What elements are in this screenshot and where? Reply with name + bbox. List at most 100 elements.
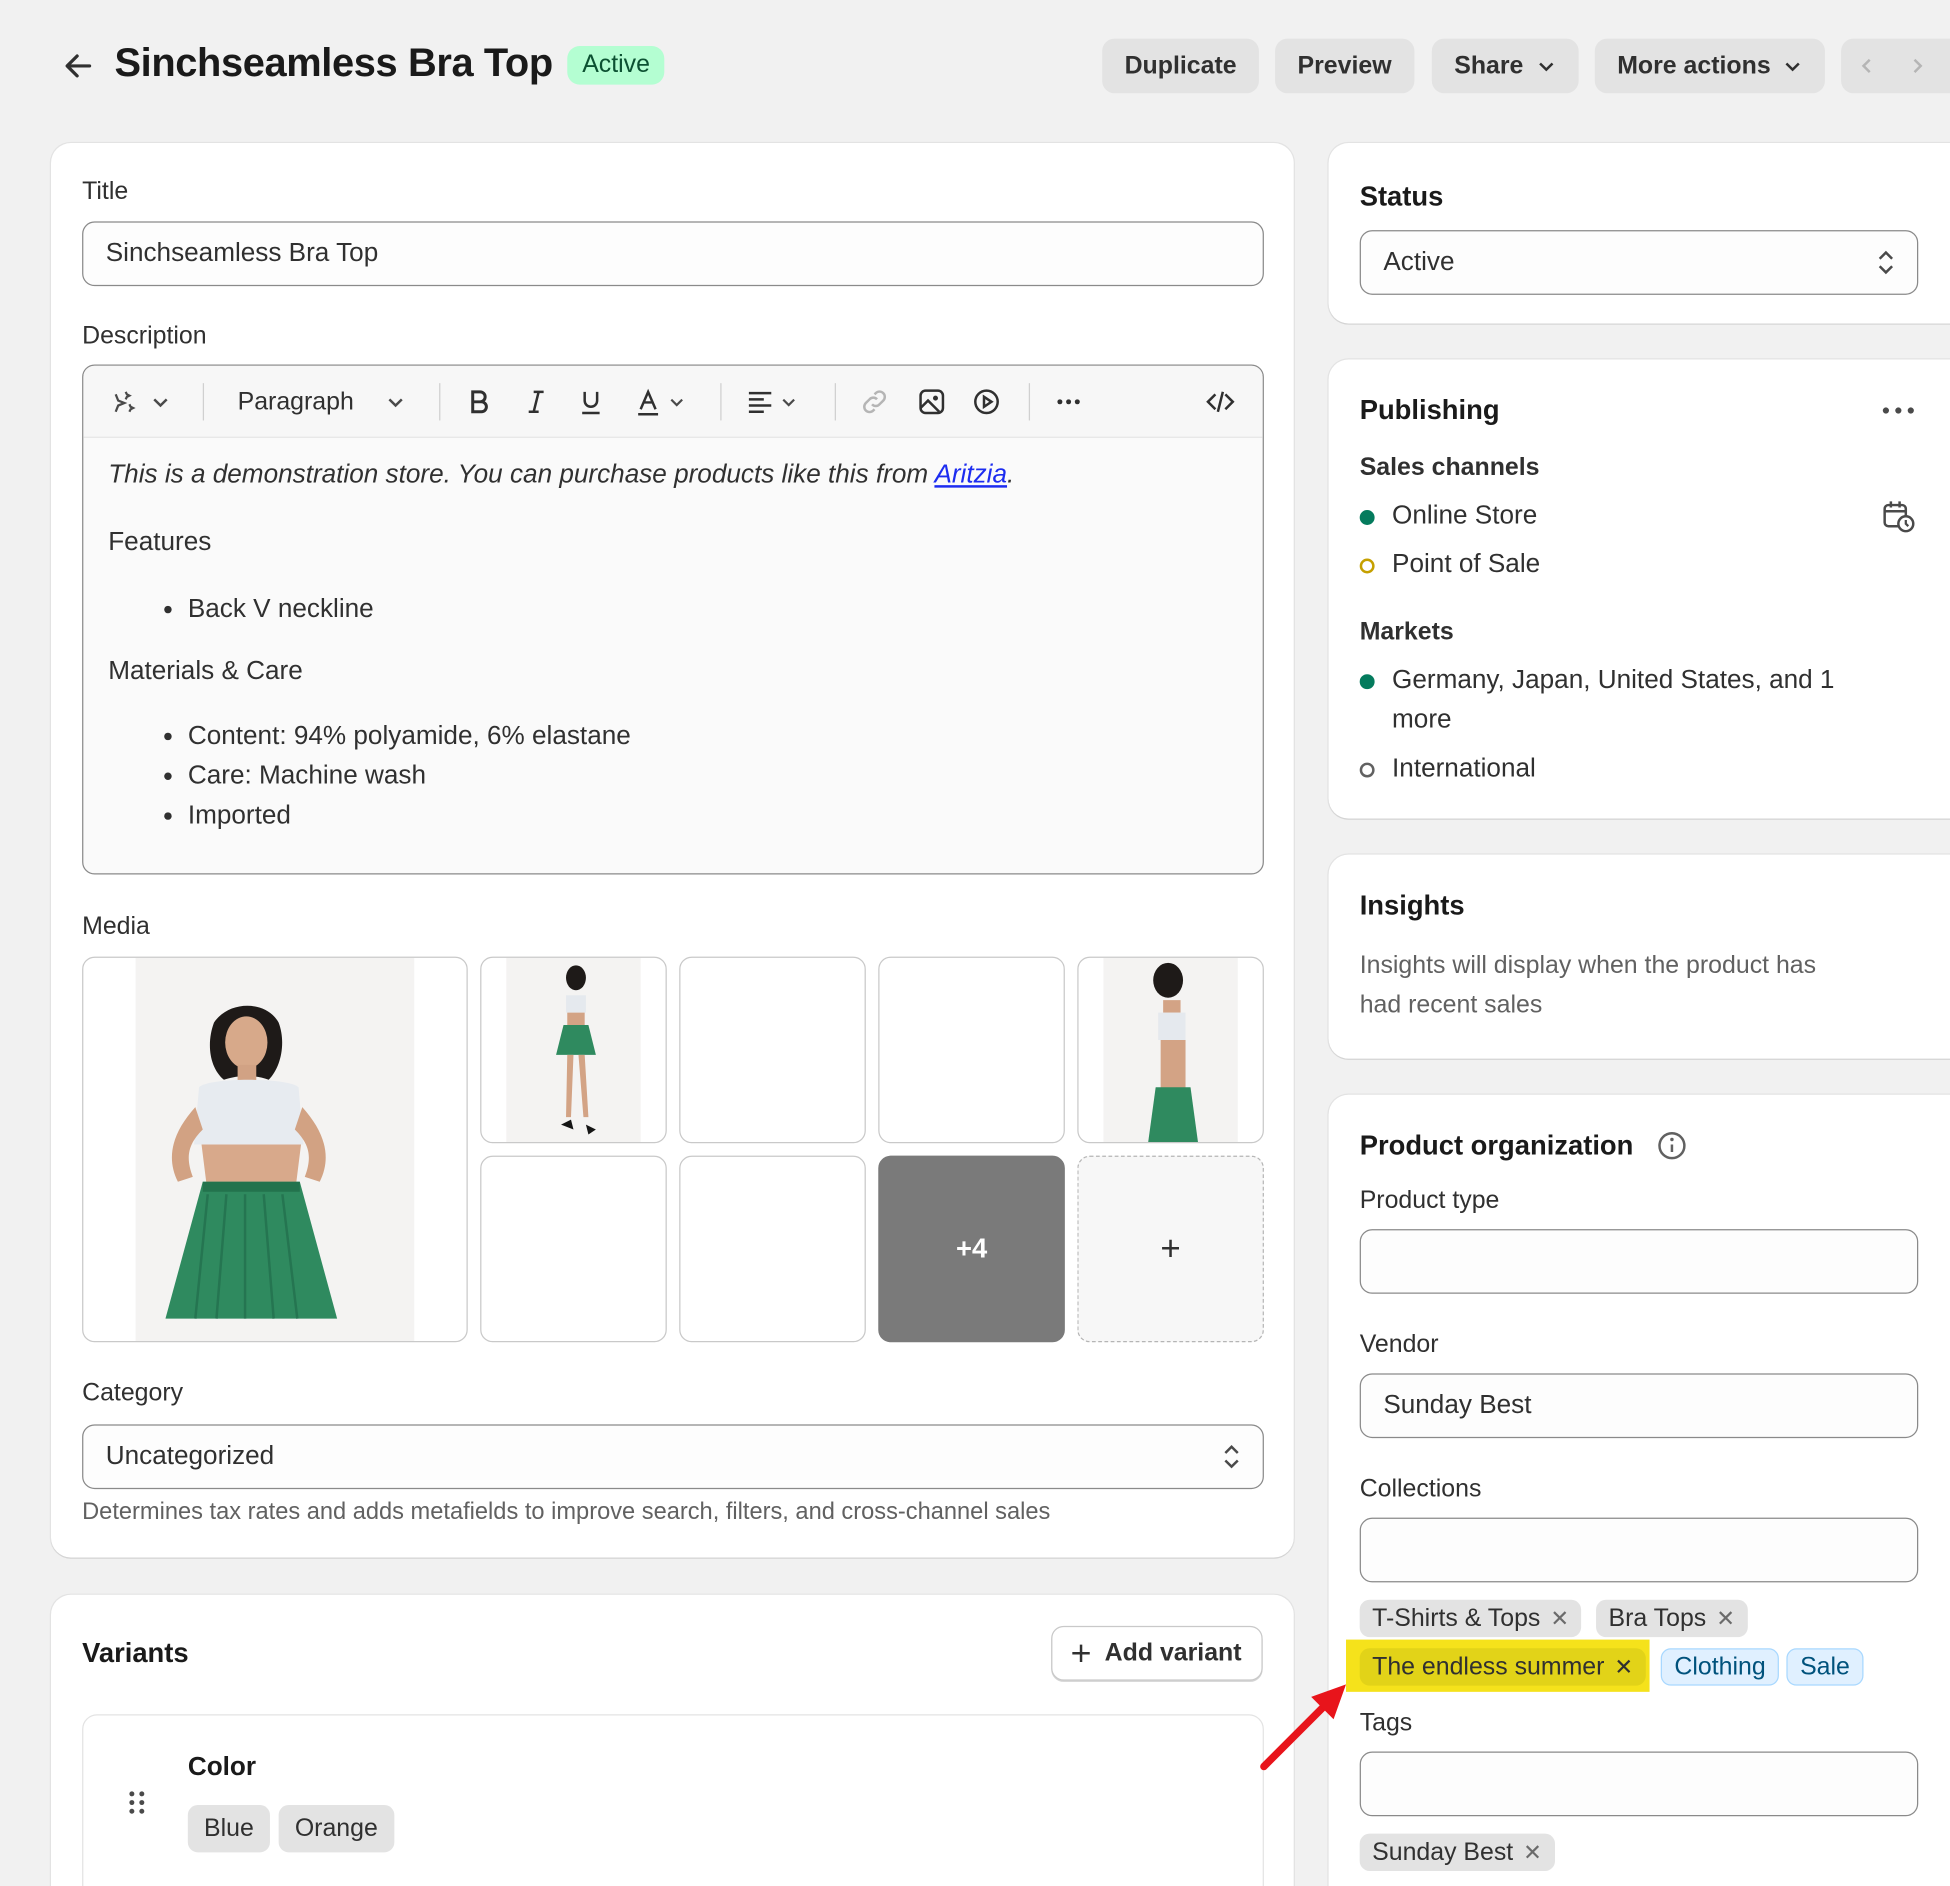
product-photo-full-body [506,957,641,1142]
more-horizontal-icon[interactable] [1881,404,1916,416]
sales-channels-label: Sales channels [1359,454,1540,482]
media-thumbnail[interactable] [878,956,1065,1144]
link-icon [863,390,887,414]
status-card: Status Active [1328,143,1950,324]
aritzia-link[interactable]: Aritzia [934,460,1007,489]
tags-input[interactable] [1359,1751,1919,1817]
insert-image-button[interactable] [917,366,947,438]
insights-text-1: Insights will display when the product h… [1359,951,1817,980]
collection-chip-label: Bra Tops [1608,1604,1707,1632]
link-button[interactable] [860,366,890,438]
description-editor[interactable]: Paragraph This is a demonstration store.… [82,364,1264,875]
media-label: Media [82,913,150,941]
publishing-card: Publishing Sales channels Online Store P… [1328,359,1950,819]
channel-online-store: Online Store [1392,501,1538,530]
calendar-clock-icon[interactable] [1881,499,1916,534]
product-organization-card: Product organization Product type Vendor… [1328,1094,1950,1886]
description-intro: This is a demonstration store. You can p… [108,460,1238,490]
text-color-button[interactable] [633,366,685,438]
italic-button[interactable] [521,366,551,438]
media-more-button[interactable]: +4 [878,1155,1065,1343]
option-name: Color [187,1752,257,1782]
product-type-input[interactable] [1359,1229,1919,1294]
intro-end: . [1007,460,1015,489]
preview-button[interactable]: Preview [1275,38,1414,94]
collection-chip: T-Shirts & Tops ✕ [1359,1599,1582,1638]
title-input[interactable]: Sinchseamless Bra Top [82,221,1264,287]
collection-chip: Bra Tops ✕ [1596,1599,1748,1638]
option-value-chip[interactable]: Blue [187,1805,270,1853]
insert-video-button[interactable] [972,366,1002,438]
bold-button[interactable] [464,366,494,438]
media-thumbnail[interactable] [480,1155,667,1343]
select-arrows-icon [1878,250,1894,275]
more-formatting-button[interactable] [1054,366,1084,438]
remove-icon[interactable]: ✕ [1550,1605,1569,1631]
title-label: Title [82,177,129,206]
channel-point-of-sale: Point of Sale [1392,549,1541,579]
editor-toolbar: Paragraph [83,365,1263,438]
chevron-down-icon [153,398,168,408]
annotation-arrow-icon [1260,1684,1347,1771]
duplicate-button[interactable]: Duplicate [1102,38,1259,94]
italic-icon [528,390,544,414]
remove-icon[interactable]: ✕ [1523,1839,1542,1865]
back-arrow-icon[interactable] [60,47,97,84]
more-actions-button[interactable]: More actions [1594,38,1826,94]
media-thumbnail[interactable] [679,956,866,1144]
previous-product-icon[interactable] [1859,57,1876,74]
share-button[interactable]: Share [1431,38,1579,94]
insights-card: Insights Insights will display when the … [1328,854,1950,1059]
image-icon [919,389,945,415]
underline-button[interactable] [576,366,606,438]
editor-content[interactable]: This is a demonstration store. You can p… [83,438,1262,858]
media-primary[interactable] [82,956,468,1343]
list-item: Content: 94% polyamide, 6% elastane [188,717,1238,757]
category-label: Category [82,1379,184,1407]
drag-handle-icon[interactable] [128,1790,145,1815]
category-help-text: Determines tax rates and adds metafields… [82,1499,1051,1526]
align-left-icon [748,391,772,414]
add-media-button[interactable]: + [1077,1155,1264,1343]
html-view-button[interactable] [1205,366,1235,438]
remove-icon[interactable]: ✕ [1716,1605,1735,1631]
option-value-chip[interactable]: Orange [278,1805,394,1853]
media-thumbnail[interactable] [1077,956,1264,1144]
pos-status-dot [1359,558,1375,574]
category-select[interactable]: Uncategorized [82,1424,1264,1490]
next-product-icon[interactable] [1908,57,1925,74]
features-list: Back V neckline [108,590,1238,630]
remove-icon[interactable]: ✕ [1614,1654,1633,1680]
suggested-collection-chip[interactable]: Sale [1786,1648,1864,1686]
description-label: Description [82,322,207,350]
underline-icon [582,391,600,415]
market-main-cont: more [1392,705,1452,734]
chevron-down-icon [782,398,795,407]
chevron-down-icon [1538,62,1553,72]
vendor-label: Vendor [1359,1331,1439,1359]
add-variant-button[interactable]: Add variant [1051,1625,1263,1681]
materials-list: Content: 94% polyamide, 6% elastane Care… [108,717,1238,836]
code-icon [1206,391,1235,413]
media-thumbnail[interactable] [480,956,667,1144]
list-item: Care: Machine wash [188,756,1238,796]
paragraph-style-label: Paragraph [237,387,354,415]
intro-text: This is a demonstration store. You can p… [108,460,935,489]
product-pager [1841,38,1950,94]
vendor-input[interactable]: Sunday Best [1359,1373,1919,1439]
info-icon[interactable] [1657,1131,1687,1161]
variant-option: Color Blue Orange [82,1714,1264,1886]
collections-input[interactable] [1359,1517,1919,1583]
status-select[interactable]: Active [1359,230,1919,295]
tag-chip: Sunday Best ✕ [1359,1833,1555,1871]
paragraph-style-select[interactable]: Paragraph [238,366,406,438]
status-value: Active [1383,247,1455,277]
suggested-collection-chip[interactable]: Clothing [1660,1648,1780,1686]
tags-label: Tags [1359,1709,1413,1737]
align-button[interactable] [745,366,797,438]
media-thumbnail[interactable] [679,1155,866,1343]
text-color-icon [638,388,659,416]
insights-title: Insights [1359,889,1465,921]
ai-generate-button[interactable] [108,366,170,438]
product-photo-model [135,957,415,1342]
